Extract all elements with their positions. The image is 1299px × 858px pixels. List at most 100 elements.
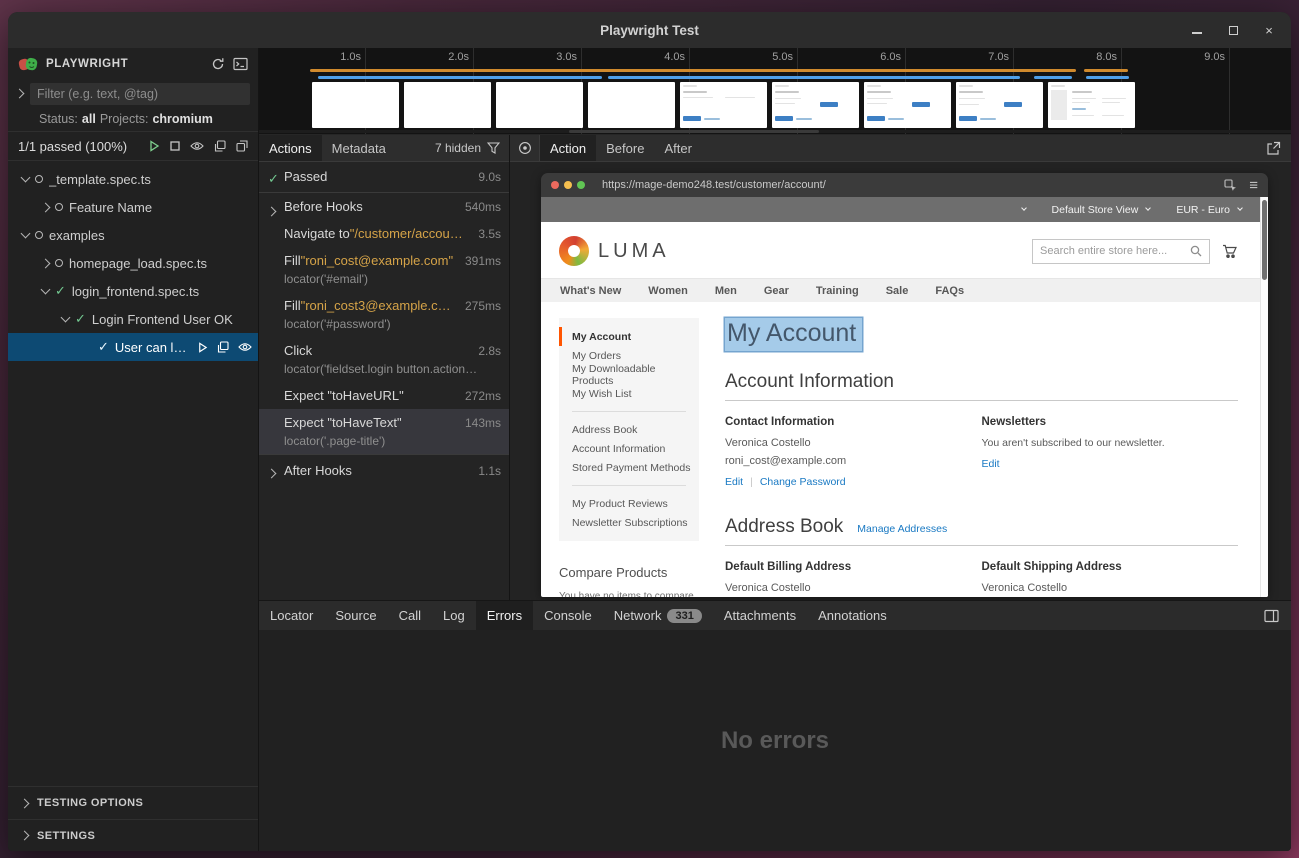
- tree-item-login-frontend[interactable]: ✓ login_frontend.spec.ts: [8, 277, 258, 305]
- tree-item-examples[interactable]: examples: [8, 221, 258, 249]
- hidden-actions-filter[interactable]: 7 hidden: [426, 135, 509, 161]
- account-nav-newsletter[interactable]: Newsletter Subscriptions: [559, 513, 699, 532]
- run-all-button[interactable]: [148, 140, 160, 152]
- tab-before[interactable]: Before: [596, 135, 654, 161]
- search-icon[interactable]: [1190, 245, 1202, 257]
- nav-gear[interactable]: Gear: [764, 285, 789, 297]
- action-row-navigate[interactable]: Navigate to "/customer/accou…3.5s: [259, 220, 509, 247]
- menu-icon[interactable]: ≡: [1249, 178, 1258, 193]
- edit-newsletter-link[interactable]: Edit: [982, 458, 1000, 470]
- pass-check-icon: ✓: [75, 311, 86, 327]
- luma-logo-icon[interactable]: [559, 236, 589, 266]
- tab-console[interactable]: Console: [533, 601, 603, 630]
- tree-item-template-spec[interactable]: _template.spec.ts: [8, 165, 258, 193]
- timeline-thumbnail[interactable]: [404, 82, 491, 128]
- section-settings[interactable]: SETTINGS: [8, 819, 258, 851]
- filter-expand-chevron-icon[interactable]: [15, 89, 25, 99]
- timeline-thumbnail[interactable]: [864, 82, 951, 128]
- manage-addresses-link[interactable]: Manage Addresses: [857, 523, 947, 535]
- action-row-passed[interactable]: ✓ Passed9.0s: [259, 162, 509, 193]
- timeline-scrollbar[interactable]: [259, 130, 1291, 133]
- filter-status-line[interactable]: Status:all Projects:chromium: [8, 107, 258, 131]
- edit-contact-link[interactable]: Edit: [725, 476, 743, 488]
- timeline-thumbnail[interactable]: [1048, 82, 1135, 128]
- timeline-thumbnail[interactable]: [680, 82, 767, 128]
- account-nav-account-info[interactable]: Account Information: [559, 439, 699, 458]
- tree-item-feature-name[interactable]: Feature Name: [8, 193, 258, 221]
- action-row-click[interactable]: Click2.8s locator('fieldset.login button…: [259, 337, 509, 382]
- account-nav-my-account[interactable]: My Account: [559, 327, 699, 346]
- maximize-button[interactable]: [1227, 24, 1239, 36]
- account-nav-stored-payment[interactable]: Stored Payment Methods: [559, 458, 699, 477]
- tab-call[interactable]: Call: [388, 601, 432, 630]
- action-row-before-hooks[interactable]: Before Hooks540ms: [259, 193, 509, 220]
- section-testing-options[interactable]: TESTING OPTIONS: [8, 787, 258, 819]
- tab-network[interactable]: Network 331: [603, 601, 713, 630]
- tab-actions[interactable]: Actions: [259, 135, 322, 161]
- change-password-link[interactable]: Change Password: [760, 476, 846, 488]
- nav-whats-new[interactable]: What's New: [560, 285, 621, 297]
- nav-women[interactable]: Women: [648, 285, 688, 297]
- stop-button[interactable]: [170, 141, 180, 151]
- account-nav-downloadable[interactable]: My Downloadable Products: [559, 365, 699, 384]
- tree-item-homepage-load[interactable]: homepage_load.spec.ts: [8, 249, 258, 277]
- popout-icon[interactable]: [1266, 135, 1291, 161]
- pick-locator-target-icon[interactable]: [510, 135, 540, 161]
- tab-errors[interactable]: Errors: [476, 601, 533, 630]
- no-errors-message: No errors: [721, 727, 829, 755]
- action-row-fill-email[interactable]: Fill "roni_cost@example.com"391ms locato…: [259, 247, 509, 292]
- timeline-thumbnail[interactable]: [496, 82, 583, 128]
- tab-action[interactable]: Action: [540, 135, 596, 161]
- tick-label: 8.0s: [1061, 51, 1117, 63]
- run-test-button[interactable]: [197, 342, 208, 353]
- action-row-expect-text-selected[interactable]: Expect "toHaveText"143ms locator('.page-…: [259, 409, 509, 454]
- currency-switcher[interactable]: EUR - Euro: [1176, 204, 1230, 216]
- account-nav-address-book[interactable]: Address Book: [559, 420, 699, 439]
- luma-wordmark[interactable]: LUMA: [598, 240, 670, 263]
- close-button[interactable]: ×: [1263, 24, 1275, 36]
- panel-layout-toggle-icon[interactable]: [1264, 601, 1291, 630]
- watch-all-icon[interactable]: [190, 141, 204, 151]
- page-scrollbar[interactable]: [1260, 197, 1268, 597]
- trace-timeline[interactable]: 1.0s 2.0s 3.0s 4.0s 5.0s 6.0s 7.0s 8.0s …: [259, 48, 1291, 135]
- tab-metadata[interactable]: Metadata: [322, 135, 396, 161]
- filter-input[interactable]: [30, 83, 250, 105]
- store-view-switcher[interactable]: Default Store View: [1052, 204, 1139, 216]
- terminal-icon[interactable]: [233, 57, 248, 71]
- sidebar-brand: PLAYWRIGHT: [46, 58, 128, 70]
- tab-attachments[interactable]: Attachments: [713, 601, 807, 630]
- store-search-box[interactable]: [1032, 239, 1210, 264]
- tree-item-login-frontend-user-ok[interactable]: ✓ Login Frontend User OK: [8, 305, 258, 333]
- store-search-input[interactable]: [1040, 245, 1190, 257]
- nav-sale[interactable]: Sale: [886, 285, 909, 297]
- tab-log[interactable]: Log: [432, 601, 476, 630]
- tab-after[interactable]: After: [654, 135, 701, 161]
- nav-faqs[interactable]: FAQs: [935, 285, 964, 297]
- cart-icon[interactable]: [1222, 244, 1238, 259]
- timeline-thumbnail[interactable]: [588, 82, 675, 128]
- tree-item-user-can-login-selected[interactable]: ✓ User can lo…: [8, 333, 258, 361]
- account-nav-wish-list[interactable]: My Wish List: [559, 384, 699, 403]
- duplicate-icon[interactable]: [217, 341, 229, 353]
- watch-test-icon[interactable]: [238, 342, 252, 352]
- reveal-test-icon[interactable]: [236, 140, 248, 152]
- account-nav-product-reviews[interactable]: My Product Reviews: [559, 494, 699, 513]
- tab-source[interactable]: Source: [324, 601, 387, 630]
- tab-locator[interactable]: Locator: [259, 601, 324, 630]
- timeline-thumbnail[interactable]: [956, 82, 1043, 128]
- minimize-button[interactable]: [1191, 24, 1203, 36]
- action-row-expect-url[interactable]: Expect "toHaveURL"272ms: [259, 382, 509, 409]
- nav-training[interactable]: Training: [816, 285, 859, 297]
- action-row-fill-password[interactable]: Fill "roni_cost3@example.c…275ms locator…: [259, 292, 509, 337]
- timeline-thumbnail[interactable]: [772, 82, 859, 128]
- address-bar[interactable]: https://mage-demo248.test/customer/accou…: [602, 179, 826, 191]
- action-row-after-hooks[interactable]: After Hooks1.1s: [259, 454, 509, 484]
- timeline-thumbnail[interactable]: [312, 82, 399, 128]
- nav-men[interactable]: Men: [715, 285, 737, 297]
- tab-annotations[interactable]: Annotations: [807, 601, 898, 630]
- test-summary: 1/1 passed (100%): [18, 139, 127, 154]
- pick-locator-icon[interactable]: [1224, 179, 1237, 192]
- collapse-all-icon[interactable]: [214, 140, 226, 152]
- refresh-icon[interactable]: [211, 57, 225, 71]
- chevron-down-icon: [1021, 205, 1027, 211]
